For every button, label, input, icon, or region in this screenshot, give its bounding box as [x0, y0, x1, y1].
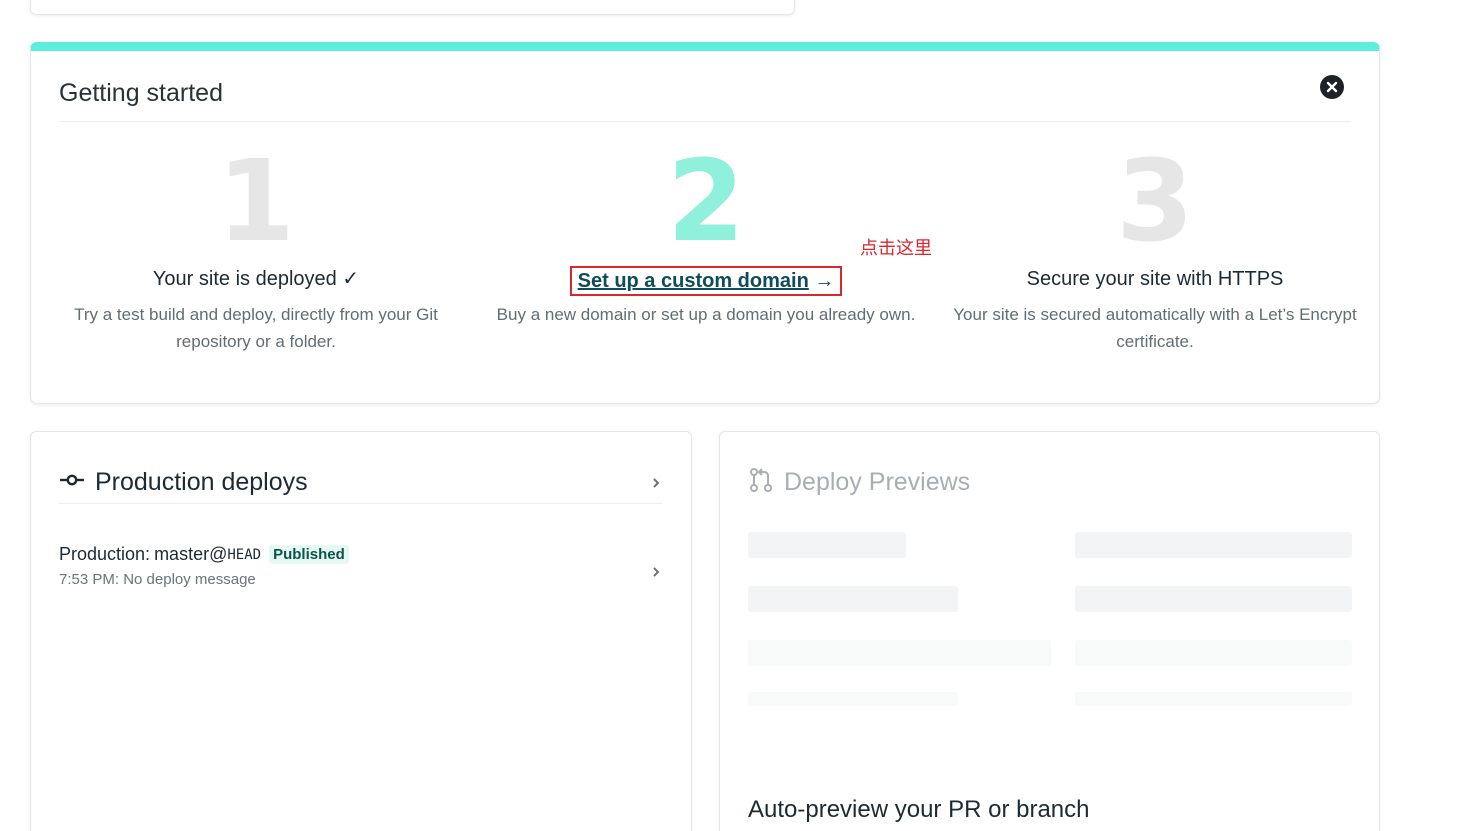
divider: [59, 503, 663, 504]
skeleton-placeholder: [748, 532, 906, 558]
step-description: Your site is secured automatically with …: [953, 305, 1357, 351]
step-description: Buy a new domain or set up a domain you …: [496, 305, 916, 324]
getting-started-title: Getting started: [59, 79, 223, 107]
skeleton-placeholder: [1075, 640, 1352, 666]
skeleton-placeholder: [1075, 532, 1352, 558]
skeleton-placeholder: [1075, 586, 1352, 612]
step-title: Secure your site with HTTPS: [1026, 268, 1284, 290]
deploy-branch: master@: [154, 544, 228, 564]
production-deploys-title: Production deploys: [95, 467, 308, 496]
production-deploys-card: Production deploys Production: master@ HE…: [30, 431, 692, 831]
getting-started-card: Getting started 1 Your site is deployed …: [30, 42, 1380, 404]
divider: [59, 121, 1351, 122]
deploy-previews-title: Deploy Previews: [784, 467, 971, 496]
step-number: 1: [217, 137, 295, 267]
status-badge: Published: [269, 545, 349, 564]
production-deploys-header[interactable]: Production deploys: [59, 462, 663, 502]
step-description: Try a test build and deploy, directly fr…: [74, 305, 438, 351]
chevron-right-icon[interactable]: [651, 565, 661, 579]
step-number: 3: [1116, 137, 1194, 267]
arrow-right-icon: →: [814, 270, 835, 292]
deploy-previews-header: Deploy Previews: [748, 462, 970, 502]
git-commit-icon: [59, 473, 85, 492]
close-icon[interactable]: [1320, 75, 1344, 99]
previous-card: [30, 0, 795, 15]
highlight-box: Set up a custom domain →: [569, 266, 843, 296]
auto-preview-heading: Auto-preview your PR or branch: [748, 796, 1090, 823]
chevron-right-icon[interactable]: [651, 476, 661, 490]
pull-request-icon: [748, 467, 774, 498]
click-here-annotation: 点击这里: [860, 238, 932, 259]
skeleton-placeholder: [748, 692, 958, 706]
skeleton-placeholder: [1075, 692, 1352, 706]
step-title: Your site is deployed ✓: [152, 268, 360, 290]
step-1: 1 Your site is deployed ✓ Try a test bui…: [36, 146, 476, 355]
deploy-list-item[interactable]: Production: master@ HEAD Published 7:53 P…: [59, 544, 663, 604]
skeleton-placeholder: [748, 586, 958, 612]
deploy-ref: HEAD: [227, 546, 262, 563]
deploy-meta: 7:53 PM: No deploy message: [59, 571, 256, 588]
custom-domain-link[interactable]: Set up a custom domain: [578, 270, 809, 292]
deploy-previews-card: Deploy Previews Auto-preview your PR or …: [719, 431, 1380, 831]
deploy-context: Production:: [59, 544, 151, 564]
skeleton-placeholder: [748, 640, 1051, 666]
step-3: 3 Secure your site with HTTPS Your site …: [935, 146, 1375, 355]
